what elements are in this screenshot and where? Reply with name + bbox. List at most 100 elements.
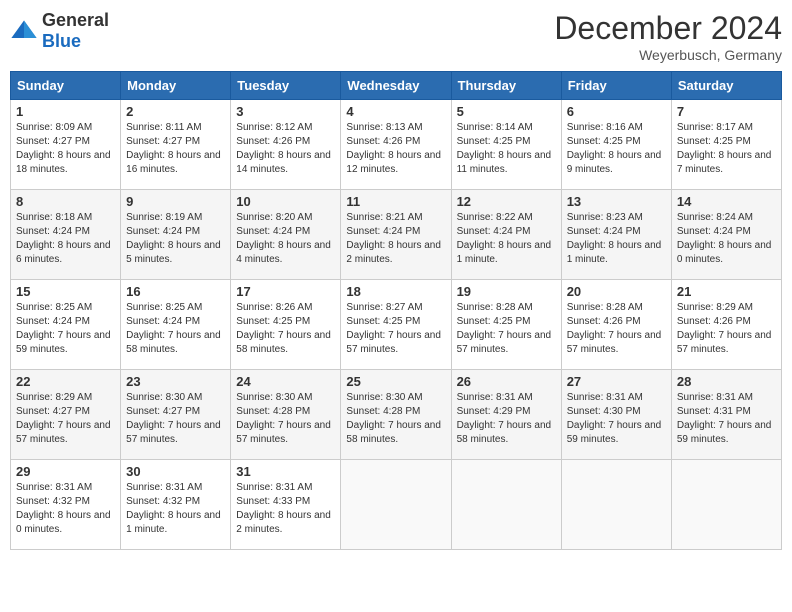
day-info: Sunrise: 8:29 AM Sunset: 4:27 PM Dayligh… [16, 391, 115, 447]
day-number: 2 [126, 104, 225, 119]
day-number: 6 [567, 104, 666, 119]
day-info: Sunrise: 8:31 AM Sunset: 4:29 PM Dayligh… [457, 391, 556, 447]
day-of-week-header: Wednesday [341, 72, 451, 100]
calendar-cell: 3 Sunrise: 8:12 AM Sunset: 4:26 PM Dayli… [231, 100, 341, 190]
day-info: Sunrise: 8:12 AM Sunset: 4:26 PM Dayligh… [236, 121, 335, 177]
day-info: Sunrise: 8:26 AM Sunset: 4:25 PM Dayligh… [236, 301, 335, 357]
title-area: December 2024 Weyerbusch, Germany [554, 10, 782, 63]
calendar-cell: 30 Sunrise: 8:31 AM Sunset: 4:32 PM Dayl… [121, 460, 231, 550]
calendar-cell: 22 Sunrise: 8:29 AM Sunset: 4:27 PM Dayl… [11, 370, 121, 460]
calendar-cell: 10 Sunrise: 8:20 AM Sunset: 4:24 PM Dayl… [231, 190, 341, 280]
day-info: Sunrise: 8:23 AM Sunset: 4:24 PM Dayligh… [567, 211, 666, 267]
day-info: Sunrise: 8:16 AM Sunset: 4:25 PM Dayligh… [567, 121, 666, 177]
day-info: Sunrise: 8:24 AM Sunset: 4:24 PM Dayligh… [677, 211, 776, 267]
day-number: 22 [16, 374, 115, 389]
calendar-cell: 29 Sunrise: 8:31 AM Sunset: 4:32 PM Dayl… [11, 460, 121, 550]
calendar-cell: 13 Sunrise: 8:23 AM Sunset: 4:24 PM Dayl… [561, 190, 671, 280]
day-info: Sunrise: 8:27 AM Sunset: 4:25 PM Dayligh… [346, 301, 445, 357]
calendar-cell: 11 Sunrise: 8:21 AM Sunset: 4:24 PM Dayl… [341, 190, 451, 280]
day-info: Sunrise: 8:19 AM Sunset: 4:24 PM Dayligh… [126, 211, 225, 267]
calendar-cell: 9 Sunrise: 8:19 AM Sunset: 4:24 PM Dayli… [121, 190, 231, 280]
day-of-week-header: Tuesday [231, 72, 341, 100]
calendar-cell: 20 Sunrise: 8:28 AM Sunset: 4:26 PM Dayl… [561, 280, 671, 370]
calendar-cell: 1 Sunrise: 8:09 AM Sunset: 4:27 PM Dayli… [11, 100, 121, 190]
calendar-cell: 15 Sunrise: 8:25 AM Sunset: 4:24 PM Dayl… [11, 280, 121, 370]
calendar-cell [341, 460, 451, 550]
day-info: Sunrise: 8:22 AM Sunset: 4:24 PM Dayligh… [457, 211, 556, 267]
location-title: Weyerbusch, Germany [554, 47, 782, 63]
calendar-cell [451, 460, 561, 550]
calendar-cell: 24 Sunrise: 8:30 AM Sunset: 4:28 PM Dayl… [231, 370, 341, 460]
day-number: 16 [126, 284, 225, 299]
calendar-cell: 14 Sunrise: 8:24 AM Sunset: 4:24 PM Dayl… [671, 190, 781, 280]
day-of-week-header: Monday [121, 72, 231, 100]
day-number: 12 [457, 194, 556, 209]
calendar-header-row: SundayMondayTuesdayWednesdayThursdayFrid… [11, 72, 782, 100]
day-info: Sunrise: 8:29 AM Sunset: 4:26 PM Dayligh… [677, 301, 776, 357]
calendar-week-row: 8 Sunrise: 8:18 AM Sunset: 4:24 PM Dayli… [11, 190, 782, 280]
logo-text-blue: Blue [42, 31, 81, 51]
calendar-cell [561, 460, 671, 550]
calendar-week-row: 29 Sunrise: 8:31 AM Sunset: 4:32 PM Dayl… [11, 460, 782, 550]
logo-text-general: General [42, 10, 109, 30]
logo: General Blue [10, 10, 109, 52]
day-number: 31 [236, 464, 335, 479]
day-number: 23 [126, 374, 225, 389]
day-number: 26 [457, 374, 556, 389]
day-number: 10 [236, 194, 335, 209]
day-number: 1 [16, 104, 115, 119]
day-number: 14 [677, 194, 776, 209]
calendar-cell [671, 460, 781, 550]
day-info: Sunrise: 8:31 AM Sunset: 4:30 PM Dayligh… [567, 391, 666, 447]
calendar-cell: 25 Sunrise: 8:30 AM Sunset: 4:28 PM Dayl… [341, 370, 451, 460]
day-number: 11 [346, 194, 445, 209]
day-info: Sunrise: 8:21 AM Sunset: 4:24 PM Dayligh… [346, 211, 445, 267]
day-number: 17 [236, 284, 335, 299]
calendar-cell: 18 Sunrise: 8:27 AM Sunset: 4:25 PM Dayl… [341, 280, 451, 370]
day-info: Sunrise: 8:31 AM Sunset: 4:32 PM Dayligh… [126, 481, 225, 537]
day-info: Sunrise: 8:28 AM Sunset: 4:25 PM Dayligh… [457, 301, 556, 357]
day-number: 25 [346, 374, 445, 389]
calendar-cell: 28 Sunrise: 8:31 AM Sunset: 4:31 PM Dayl… [671, 370, 781, 460]
day-info: Sunrise: 8:25 AM Sunset: 4:24 PM Dayligh… [126, 301, 225, 357]
day-number: 24 [236, 374, 335, 389]
logo-icon [10, 17, 38, 45]
calendar-cell: 26 Sunrise: 8:31 AM Sunset: 4:29 PM Dayl… [451, 370, 561, 460]
calendar-cell: 21 Sunrise: 8:29 AM Sunset: 4:26 PM Dayl… [671, 280, 781, 370]
day-number: 28 [677, 374, 776, 389]
calendar-cell: 8 Sunrise: 8:18 AM Sunset: 4:24 PM Dayli… [11, 190, 121, 280]
day-number: 8 [16, 194, 115, 209]
calendar-cell: 27 Sunrise: 8:31 AM Sunset: 4:30 PM Dayl… [561, 370, 671, 460]
calendar-cell: 4 Sunrise: 8:13 AM Sunset: 4:26 PM Dayli… [341, 100, 451, 190]
header: General Blue December 2024 Weyerbusch, G… [10, 10, 782, 63]
calendar-cell: 12 Sunrise: 8:22 AM Sunset: 4:24 PM Dayl… [451, 190, 561, 280]
day-number: 9 [126, 194, 225, 209]
day-info: Sunrise: 8:31 AM Sunset: 4:32 PM Dayligh… [16, 481, 115, 537]
day-info: Sunrise: 8:18 AM Sunset: 4:24 PM Dayligh… [16, 211, 115, 267]
day-number: 4 [346, 104, 445, 119]
calendar-cell: 31 Sunrise: 8:31 AM Sunset: 4:33 PM Dayl… [231, 460, 341, 550]
day-of-week-header: Saturday [671, 72, 781, 100]
day-info: Sunrise: 8:28 AM Sunset: 4:26 PM Dayligh… [567, 301, 666, 357]
day-of-week-header: Thursday [451, 72, 561, 100]
calendar-week-row: 1 Sunrise: 8:09 AM Sunset: 4:27 PM Dayli… [11, 100, 782, 190]
day-number: 18 [346, 284, 445, 299]
day-info: Sunrise: 8:14 AM Sunset: 4:25 PM Dayligh… [457, 121, 556, 177]
day-number: 20 [567, 284, 666, 299]
day-of-week-header: Sunday [11, 72, 121, 100]
calendar-cell: 16 Sunrise: 8:25 AM Sunset: 4:24 PM Dayl… [121, 280, 231, 370]
calendar-cell: 7 Sunrise: 8:17 AM Sunset: 4:25 PM Dayli… [671, 100, 781, 190]
day-info: Sunrise: 8:11 AM Sunset: 4:27 PM Dayligh… [126, 121, 225, 177]
day-number: 29 [16, 464, 115, 479]
calendar-cell: 6 Sunrise: 8:16 AM Sunset: 4:25 PM Dayli… [561, 100, 671, 190]
day-info: Sunrise: 8:31 AM Sunset: 4:33 PM Dayligh… [236, 481, 335, 537]
day-number: 5 [457, 104, 556, 119]
day-of-week-header: Friday [561, 72, 671, 100]
calendar-cell: 19 Sunrise: 8:28 AM Sunset: 4:25 PM Dayl… [451, 280, 561, 370]
calendar-cell: 2 Sunrise: 8:11 AM Sunset: 4:27 PM Dayli… [121, 100, 231, 190]
day-number: 3 [236, 104, 335, 119]
day-number: 7 [677, 104, 776, 119]
day-info: Sunrise: 8:31 AM Sunset: 4:31 PM Dayligh… [677, 391, 776, 447]
day-info: Sunrise: 8:17 AM Sunset: 4:25 PM Dayligh… [677, 121, 776, 177]
day-info: Sunrise: 8:30 AM Sunset: 4:28 PM Dayligh… [346, 391, 445, 447]
